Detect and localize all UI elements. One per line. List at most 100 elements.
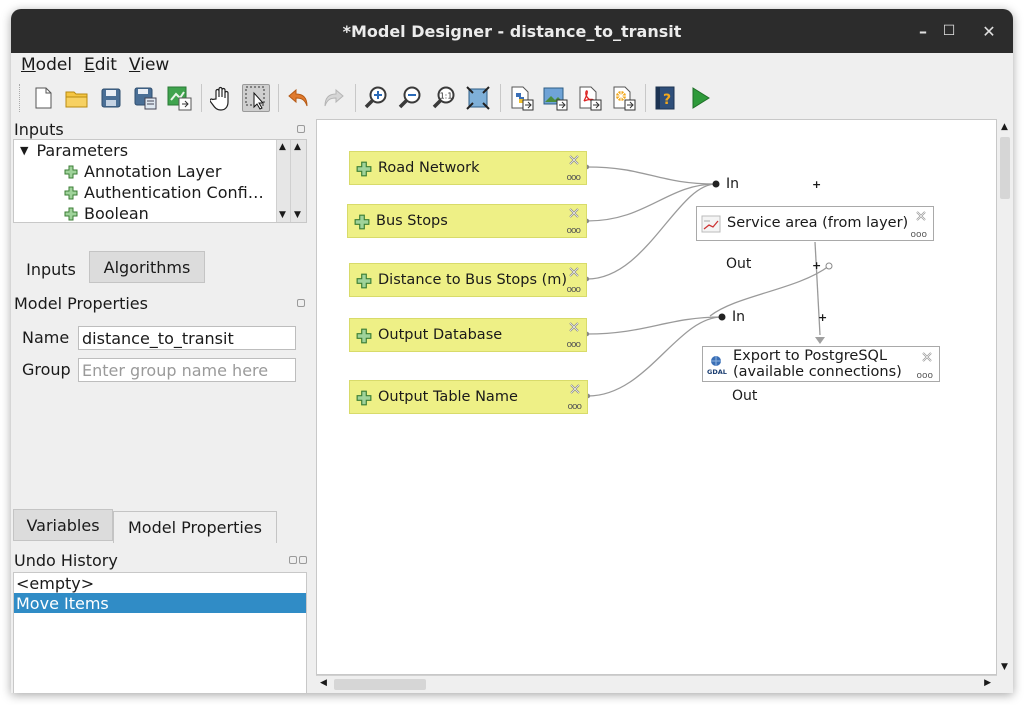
zoom-out-icon[interactable]: [396, 84, 424, 112]
model-group-field[interactable]: Enter group name here: [78, 358, 296, 382]
tree-scrollbar[interactable]: ▲ ▼: [276, 140, 290, 222]
add-parameter-icon: [64, 165, 78, 178]
node-menu-icon[interactable]: ooo: [566, 226, 580, 236]
left-dock: Inputs ▼ Parameters Annotation Layer Aut…: [11, 119, 309, 693]
minimize-button[interactable]: –: [911, 19, 935, 43]
svg-text:1:1: 1:1: [440, 92, 453, 101]
zoom-actual-icon[interactable]: 1:1: [430, 84, 458, 112]
pan-icon[interactable]: [208, 84, 236, 112]
list-item[interactable]: Authentication Confi…: [64, 182, 264, 203]
model-canvas[interactable]: Road Network ooo Bus Stops ooo Distance …: [316, 119, 997, 675]
save-as-icon[interactable]: [131, 84, 159, 112]
canvas-horizontal-scrollbar[interactable]: ◀ ▶: [316, 675, 997, 693]
canvas-vertical-scrollbar[interactable]: ▲ ▼: [997, 119, 1013, 675]
model-name-field[interactable]: distance_to_transit: [78, 326, 296, 350]
name-label: Name: [22, 328, 70, 347]
expand-inputs-icon[interactable]: +: [818, 311, 827, 324]
float-panel-icon[interactable]: [289, 556, 297, 564]
save-icon[interactable]: [97, 84, 125, 112]
toolbar-separator: [645, 84, 646, 112]
remove-node-icon[interactable]: [915, 210, 927, 222]
run-icon[interactable]: [686, 84, 714, 112]
input-node-road-network[interactable]: Road Network ooo: [349, 151, 587, 185]
node-menu-icon[interactable]: ooo: [566, 285, 580, 295]
help-icon[interactable]: ?: [652, 84, 680, 112]
list-item[interactable]: Annotation Layer: [64, 161, 221, 182]
scroll-right-icon[interactable]: ▶: [984, 678, 991, 688]
toolbar-separator: [500, 84, 501, 112]
algorithm-node-export-postgresql[interactable]: GDAL Export to PostgreSQL (available con…: [702, 346, 940, 382]
scroll-up-icon[interactable]: ▲: [1001, 122, 1008, 132]
export-python-icon[interactable]: [507, 84, 535, 112]
tab-variables[interactable]: Variables: [13, 509, 113, 541]
node-menu-icon[interactable]: ooo: [567, 402, 581, 412]
undo-history-list: <empty> Move Items: [13, 572, 307, 693]
scroll-thumb[interactable]: [334, 679, 426, 690]
tab-algorithms[interactable]: Algorithms: [89, 251, 205, 283]
undo-icon[interactable]: [285, 84, 313, 112]
toolbar: 1:1 ?: [11, 77, 1013, 119]
node-menu-icon[interactable]: ooo: [916, 371, 933, 381]
undo-item-empty[interactable]: <empty>: [14, 573, 306, 593]
menu-view[interactable]: View: [129, 55, 169, 75]
scroll-left-icon[interactable]: ◀: [320, 678, 327, 688]
export-svg-icon[interactable]: [609, 84, 637, 112]
close-panel-icon[interactable]: [299, 556, 307, 564]
scroll-up-icon[interactable]: ▲: [279, 142, 286, 152]
remove-node-icon[interactable]: [568, 154, 580, 166]
node-menu-icon[interactable]: ooo: [566, 340, 580, 350]
parameter-icon: [356, 390, 372, 406]
remove-node-icon[interactable]: [569, 383, 581, 395]
scroll-thumb[interactable]: [1000, 137, 1010, 199]
remove-node-icon[interactable]: [568, 207, 580, 219]
scroll-down-icon[interactable]: ▼: [294, 210, 301, 220]
parameter-icon: [354, 214, 370, 230]
remove-node-icon[interactable]: [568, 266, 580, 278]
remove-node-icon[interactable]: [568, 321, 580, 333]
input-node-distance[interactable]: Distance to Bus Stops (m) ooo: [349, 263, 587, 297]
input-node-output-database[interactable]: Output Database ooo: [349, 318, 587, 352]
select-icon[interactable]: [242, 84, 270, 112]
model-designer-window: *Model Designer - distance_to_transit – …: [11, 9, 1013, 693]
node-label: Bus Stops: [376, 213, 448, 229]
menu-edit[interactable]: Edit: [84, 55, 117, 75]
zoom-full-icon[interactable]: [464, 84, 492, 112]
expand-outputs-icon[interactable]: +: [812, 259, 821, 272]
export-pdf-icon[interactable]: [575, 84, 603, 112]
expand-arrow-icon[interactable]: ▼: [20, 144, 28, 157]
float-panel-icon[interactable]: [297, 125, 305, 133]
redo-icon[interactable]: [319, 84, 347, 112]
zoom-in-icon[interactable]: [362, 84, 390, 112]
list-item[interactable]: Boolean: [64, 203, 149, 222]
undo-history-title: Undo History: [14, 551, 118, 570]
node-menu-icon[interactable]: ooo: [910, 230, 927, 240]
gdal-icon: GDAL: [707, 356, 727, 376]
node-menu-icon[interactable]: ooo: [566, 173, 580, 183]
undo-item-move-items[interactable]: Move Items: [14, 593, 306, 613]
panel-scrollbar[interactable]: ▲ ▼: [290, 140, 306, 222]
tab-model-properties[interactable]: Model Properties: [113, 511, 277, 543]
tab-inputs[interactable]: Inputs: [13, 253, 89, 285]
menu-model[interactable]: Model: [21, 55, 72, 75]
export-image-icon[interactable]: [541, 84, 569, 112]
scroll-down-icon[interactable]: ▼: [279, 210, 286, 220]
open-model-icon[interactable]: [63, 84, 91, 112]
port-out-label: Out: [732, 388, 758, 404]
input-node-bus-stops[interactable]: Bus Stops ooo: [347, 204, 587, 238]
maximize-button[interactable]: ☐: [937, 19, 961, 43]
parameter-icon: [356, 161, 372, 177]
remove-node-icon[interactable]: [921, 351, 933, 363]
input-node-output-table-name[interactable]: Output Table Name ooo: [349, 380, 588, 414]
expand-inputs-icon[interactable]: +: [812, 178, 821, 191]
new-model-icon[interactable]: [29, 84, 57, 112]
title-bar: *Model Designer - distance_to_transit – …: [11, 9, 1013, 53]
node-label: Road Network: [378, 160, 480, 176]
node-label: Service area (from layer): [727, 215, 909, 231]
tree-group-parameters[interactable]: ▼ Parameters: [14, 140, 128, 161]
scroll-up-icon[interactable]: ▲: [294, 142, 301, 152]
float-panel-icon[interactable]: [297, 299, 305, 307]
scroll-down-icon[interactable]: ▼: [1001, 662, 1008, 672]
export-icon[interactable]: [165, 84, 193, 112]
algorithm-node-service-area[interactable]: Service area (from layer) ooo: [696, 206, 934, 241]
close-button[interactable]: ✕: [977, 19, 1001, 43]
